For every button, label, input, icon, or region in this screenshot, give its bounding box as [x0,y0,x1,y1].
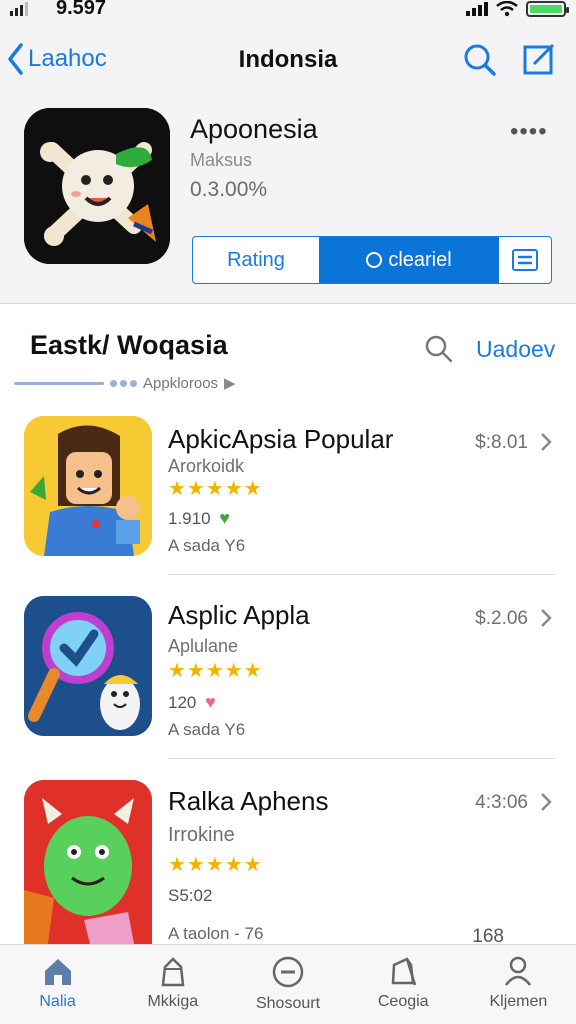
tab-shosourt[interactable]: Shosourt [230,945,345,1024]
compose-button[interactable] [522,42,556,81]
bag-icon [391,957,417,986]
page-dots [110,379,137,387]
app-price: $:8.01 [475,432,528,453]
tab-nalia[interactable]: Nalia [0,945,115,1024]
status-time: 9.597 [56,0,107,19]
app-meta: A sada Y6 [168,536,246,555]
app-subtitle: Maksus [190,150,253,170]
app-meta: A taolon - 76 [168,924,264,943]
list-segment[interactable] [499,237,551,283]
more-options-icon[interactable]: •••• [510,118,548,146]
tab-kljemen[interactable]: Kljemen [461,945,576,1024]
chevron-right-icon [541,793,552,811]
section-sub-label: Appkloroos [143,374,219,392]
rating-count: 1.910 ♥ [168,508,230,529]
tab-label: Nalia [39,993,76,1010]
app-title: Asplic Appla [168,600,310,630]
app-category: Aplulane [168,636,239,656]
circle-icon [366,252,383,268]
app-price: $.2.06 [475,608,528,629]
app-title: ApkicApsia Popular [168,424,394,454]
cleared-segment[interactable]: cleariel [319,237,499,283]
app-icon [24,108,170,264]
app-name: Apoonesia [190,114,318,144]
section-link[interactable]: Uadoev [476,336,555,363]
heart-icon: ♥ [219,508,230,528]
section-subheader: Appkloroos ▶ [14,374,236,392]
star-rating: ★★★★★ [168,660,263,682]
search-button[interactable] [462,42,498,83]
section-title: Eastk/ Woqasia [30,330,228,360]
star-rating: ★★★★★ [168,478,263,500]
app-thumbnail [24,596,152,736]
battery-icon [526,1,569,17]
chat-icon [272,956,304,988]
divider [14,381,104,385]
app-header: Laahoc Indonsia Apoonesia Maksus 0.3.00%… [0,22,576,304]
rating-count-value: 120 [168,693,197,712]
rating-count: S5:02 [168,886,213,905]
signal-icon [10,2,28,16]
app-title: Ralka Aphens [168,786,329,816]
home-icon [44,959,71,985]
rating-count: 120 ♥ [168,692,216,713]
search-icon [425,335,453,363]
row-divider [168,574,556,575]
rating-segment[interactable]: Rating [193,237,319,283]
cellular-icon [466,2,488,16]
search-icon [464,44,496,76]
app-price: 0.3.00% [190,178,268,201]
tab-label: Shosourt [255,995,321,1012]
rating-count-value: 1.910 [168,509,211,528]
heart-icon: ♥ [205,692,216,712]
app-category: Arorkoidk [168,456,245,476]
person-icon [505,956,532,986]
app-price: 4:3:06 [475,792,528,813]
tab-label: Ceogia [377,993,429,1010]
section-search-button[interactable] [424,334,454,369]
row-divider [168,758,556,759]
tab-ceogia[interactable]: Ceogia [346,945,461,1024]
chevron-right-icon [541,609,552,627]
bag-icon [161,957,185,987]
star-rating: ★★★★★ [168,854,263,876]
app-thumbnail [24,416,152,556]
app-meta: A sada Y6 [168,720,246,739]
list-item[interactable]: Asplic Appla Aplulane ★★★★★ 120 ♥ A sada… [0,592,576,759]
chevron-right-icon [541,433,552,451]
tab-mkkiga[interactable]: Mkkiga [115,945,230,1024]
compose-icon [523,43,555,75]
caret-icon: ▶ [224,375,236,392]
tab-label: Mkkiga [147,993,199,1010]
wifi-icon [496,1,518,17]
status-bar: 9.597 [0,0,576,22]
list-icon [512,249,538,271]
app-category: Irrokine [168,824,235,846]
cleared-label: cleariel [388,248,452,271]
list-item[interactable]: ApkicApsia Popular Arorkoidk ★★★★★ 1.910… [0,414,576,576]
tab-bar: Nalia Mkkiga Shosourt Ceogia Kljemen [0,944,576,1024]
app-thumbnail [24,780,152,944]
tab-label: Kljemen [489,993,548,1010]
segmented-control: Rating cleariel [192,236,552,284]
list-item[interactable]: Ralka Aphens Irrokine ★★★★★ S5:02 A taol… [0,776,576,947]
